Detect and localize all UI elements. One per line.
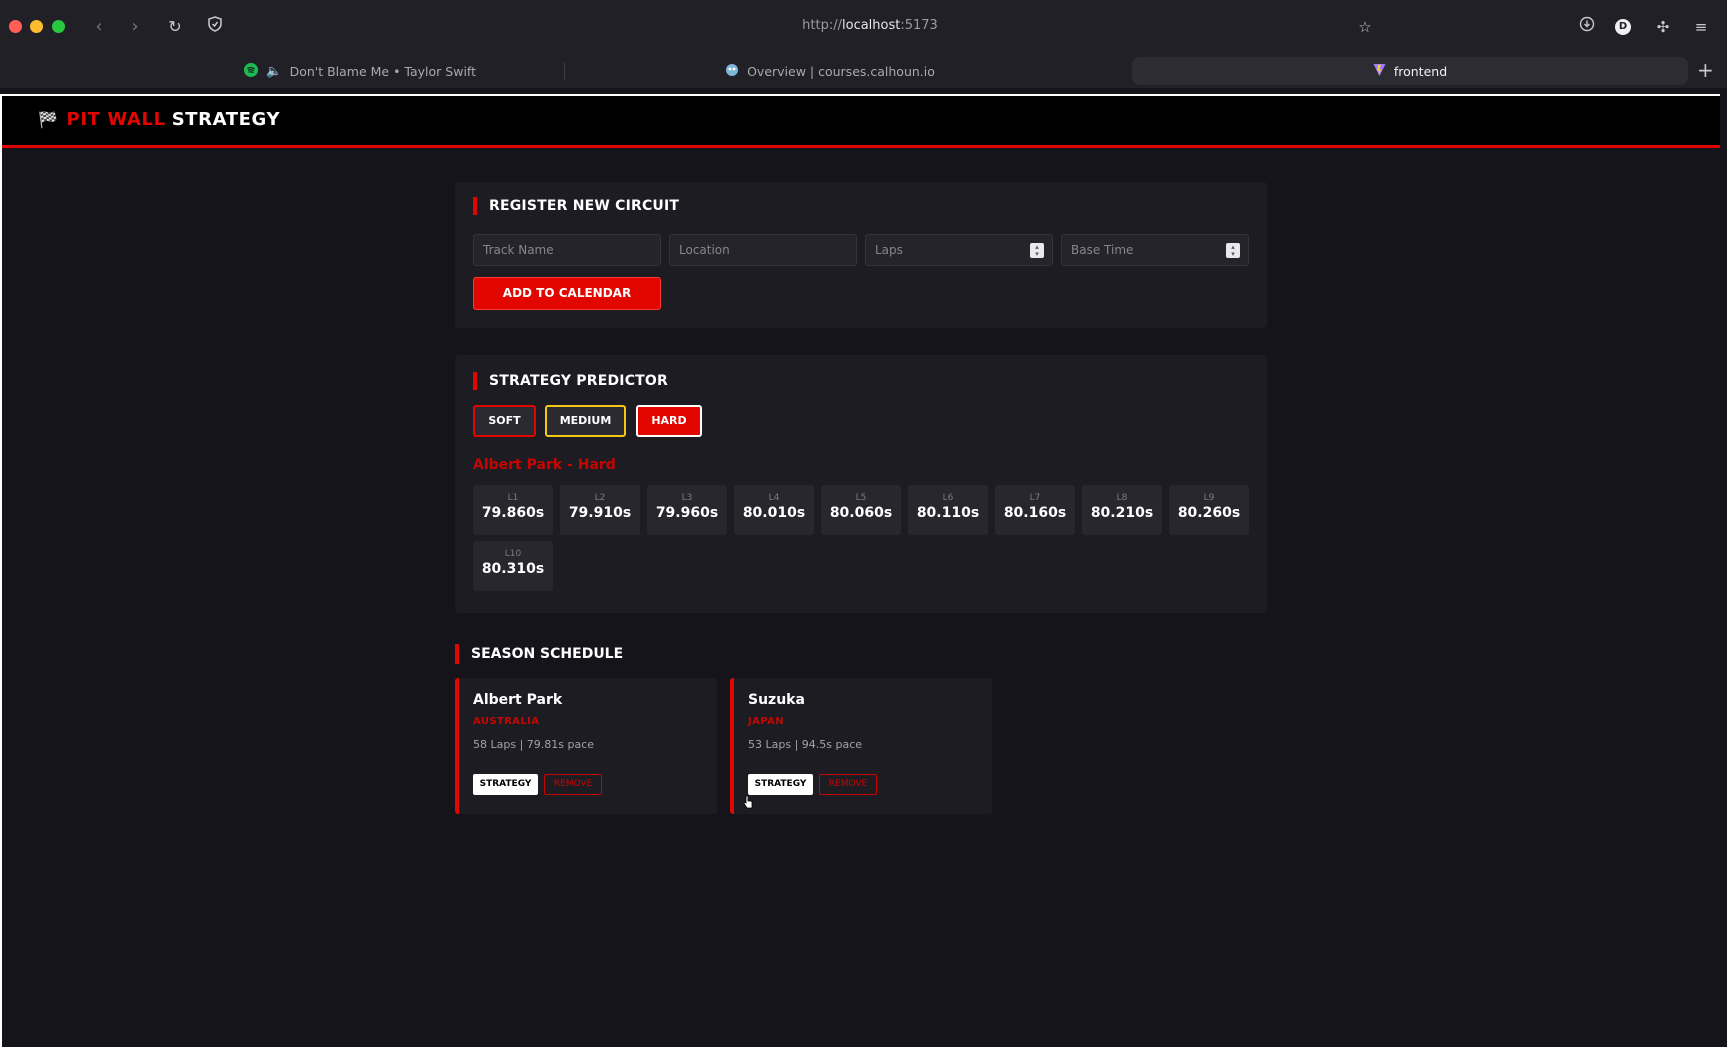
app-header: 🏁 PIT WALL STRATEGY (2, 96, 1720, 148)
tab-separator (564, 62, 565, 80)
lap-number: L4 (768, 493, 780, 503)
location-placeholder: Location (679, 243, 730, 257)
circuit-name: Albert Park (473, 692, 563, 708)
medium-compound-button[interactable]: MEDIUM (545, 405, 626, 437)
forward-arrow-icon[interactable]: › (124, 16, 146, 38)
url-host: localhost (842, 18, 901, 33)
browser-titlebar: ‹ › ↻ http://localhost:5173 ☆ D ✣ ≡ (0, 0, 1727, 54)
predictor-title: STRATEGY PREDICTOR (473, 372, 668, 390)
tab-spotify[interactable]: 🔈 Don't Blame Me • Taylor Swift (160, 54, 560, 88)
strategy-predictor-panel: STRATEGY PREDICTOR SOFT MEDIUM HARD Albe… (455, 355, 1267, 613)
lap-time-tile: L7 80.160s (995, 485, 1075, 535)
base-time-stepper-icon[interactable]: ▴ ▾ (1226, 243, 1240, 258)
laps-input[interactable]: Laps ▴ ▾ (865, 234, 1053, 266)
extensions-icon[interactable]: ✣ (1652, 16, 1674, 38)
lap-time: 80.260s (1177, 505, 1241, 521)
profile-avatar[interactable]: D (1615, 19, 1631, 35)
laps-placeholder: Laps (875, 243, 903, 257)
lap-number: L2 (594, 493, 606, 503)
lap-time-tile: L1 79.860s (473, 485, 553, 535)
hard-compound-button[interactable]: HARD (636, 405, 702, 437)
lap-time-tile: L3 79.960s (647, 485, 727, 535)
soft-compound-button[interactable]: SOFT (473, 405, 536, 437)
address-bar[interactable]: http://localhost:5173 (660, 18, 1080, 33)
reload-icon[interactable]: ↻ (164, 16, 186, 38)
laps-stepper-icon[interactable]: ▴ ▾ (1030, 243, 1044, 258)
lap-time: 79.910s (568, 505, 632, 521)
base-time-input[interactable]: Base Time ▴ ▾ (1061, 234, 1249, 266)
tab-label: frontend (1393, 63, 1448, 79)
menu-icon[interactable]: ≡ (1690, 16, 1712, 38)
remove-button[interactable]: REMOVE (819, 774, 877, 795)
strategy-button[interactable]: STRATEGY (748, 774, 813, 795)
strategy-result-title: Albert Park - Hard (473, 457, 616, 473)
lap-number: L6 (942, 493, 954, 503)
remove-button[interactable]: REMOVE (544, 774, 602, 795)
checkered-flag-icon: 🏁 (38, 110, 59, 129)
circuit-card-albert-park: Albert Park AUSTRALIA 58 Laps | 79.81s p… (455, 678, 717, 814)
season-schedule-title: SEASON SCHEDULE (455, 644, 623, 664)
lap-time: 80.210s (1090, 505, 1154, 521)
register-circuit-panel: REGISTER NEW CIRCUIT Track Name Location… (455, 182, 1267, 328)
strategy-button[interactable]: STRATEGY (473, 774, 538, 795)
circuit-stats: 53 Laps | 94.5s pace (748, 738, 863, 751)
hand-cursor-icon (743, 795, 753, 809)
brand-logo[interactable]: 🏁 PIT WALL STRATEGY (38, 109, 280, 130)
lap-time-tile: L5 80.060s (821, 485, 901, 535)
circuit-card-suzuka: Suzuka JAPAN 53 Laps | 94.5s pace STRATE… (730, 678, 992, 814)
url-port: :5173 (900, 18, 938, 33)
close-window-button[interactable] (9, 20, 22, 33)
circuit-stats: 58 Laps | 79.81s pace (473, 738, 595, 751)
lap-number: L9 (1203, 493, 1215, 503)
lap-time-tile: L2 79.910s (560, 485, 640, 535)
maximize-window-button[interactable] (52, 20, 65, 33)
downloads-icon[interactable] (1576, 16, 1598, 38)
vite-icon (1373, 63, 1386, 80)
lap-time: 80.160s (1003, 505, 1067, 521)
new-tab-plus-icon[interactable]: + (1697, 58, 1714, 82)
circuit-location: JAPAN (748, 716, 784, 727)
circuit-name: Suzuka (748, 692, 805, 708)
bookmark-star-icon[interactable]: ☆ (1354, 16, 1376, 38)
speaker-icon[interactable]: 🔈 (266, 63, 282, 79)
lap-time-tile: L10 80.310s (473, 541, 553, 591)
back-arrow-icon[interactable]: ‹ (88, 16, 110, 38)
base-time-placeholder: Base Time (1071, 243, 1134, 257)
track-name-input[interactable]: Track Name (473, 234, 661, 266)
track-name-placeholder: Track Name (483, 243, 554, 257)
add-to-calendar-button[interactable]: ADD TO CALENDAR (473, 277, 661, 310)
lap-time-tile: L8 80.210s (1082, 485, 1162, 535)
lap-time-tile: L9 80.260s (1169, 485, 1249, 535)
lap-time: 80.110s (916, 505, 980, 521)
tab-calhoun[interactable]: Overview | courses.calhoun.io (580, 54, 1080, 88)
url-scheme: http:// (802, 18, 842, 33)
lap-number: L7 (1029, 493, 1041, 503)
shield-icon[interactable] (204, 16, 226, 38)
circuit-location: AUSTRALIA (473, 716, 540, 727)
lap-time: 79.960s (655, 505, 719, 521)
lap-time: 79.860s (481, 505, 545, 521)
spotify-icon (244, 62, 258, 80)
lap-number: L3 (681, 493, 693, 503)
tab-frontend[interactable]: frontend (1132, 57, 1688, 85)
location-input[interactable]: Location (669, 234, 857, 266)
lap-number: L10 (504, 549, 522, 559)
tab-label: Overview | courses.calhoun.io (747, 63, 935, 79)
browser-tabbar: 🔈 Don't Blame Me • Taylor Swift Overview… (0, 54, 1727, 88)
lap-time: 80.060s (829, 505, 893, 521)
brand-red-text: PIT WALL (66, 109, 166, 130)
lap-number: L1 (507, 493, 519, 503)
gopher-icon (725, 63, 739, 80)
lap-time-tile: L4 80.010s (734, 485, 814, 535)
tab-label: Don't Blame Me • Taylor Swift (289, 63, 476, 79)
lap-time: 80.010s (742, 505, 806, 521)
lap-number: L5 (855, 493, 867, 503)
app-viewport: 🏁 PIT WALL STRATEGY REGISTER NEW CIRCUIT… (0, 94, 1720, 1047)
register-title: REGISTER NEW CIRCUIT (473, 197, 679, 215)
brand-white-text: STRATEGY (171, 109, 281, 130)
lap-time-tile: L6 80.110s (908, 485, 988, 535)
lap-time: 80.310s (481, 561, 545, 577)
lap-number: L8 (1116, 493, 1128, 503)
minimize-window-button[interactable] (30, 20, 43, 33)
